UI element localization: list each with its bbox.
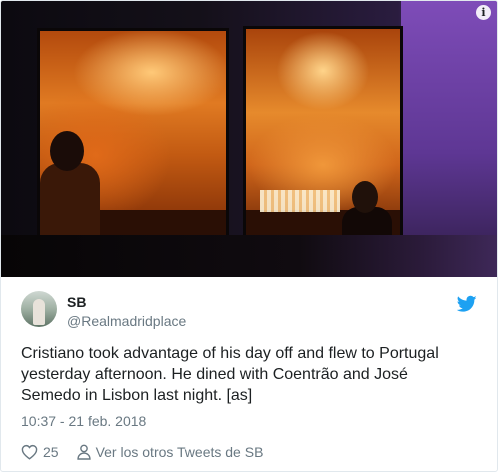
person-icon: [76, 444, 91, 460]
heart-icon: [21, 444, 38, 460]
tweet-photo[interactable]: i: [1, 1, 497, 277]
view-profile-link[interactable]: Ver los otros Tweets de SB: [76, 444, 264, 460]
author-names[interactable]: SB @Realmadridplace: [67, 293, 186, 330]
tweet-actions: 25 Ver los otros Tweets de SB: [21, 444, 477, 460]
window-frame-bottom: [1, 235, 497, 277]
handle[interactable]: @Realmadridplace: [67, 312, 186, 330]
diner-silhouette-head: [352, 181, 378, 213]
tweet-text: Cristiano took advantage of his day off …: [21, 345, 439, 404]
like-button[interactable]: 25: [21, 444, 59, 460]
tweet-body: SB @Realmadridplace Cristiano took advan…: [1, 277, 497, 460]
info-icon[interactable]: i: [476, 5, 491, 20]
restaurant-window-left: [37, 28, 229, 241]
diner-silhouette-head: [50, 131, 84, 171]
tweet-header: SB @Realmadridplace: [21, 277, 477, 339]
display-name[interactable]: SB: [67, 293, 186, 311]
like-count: 25: [43, 444, 59, 460]
tweet-timestamp[interactable]: 10:37 - 21 feb. 2018: [21, 412, 477, 430]
avatar[interactable]: [21, 291, 57, 327]
lit-decoration: [260, 190, 340, 212]
embedded-tweet-card: i SB @Realmadridplace Cristiano took adv…: [0, 0, 498, 472]
twitter-bird-icon[interactable]: [457, 295, 477, 313]
profile-link-label: Ver los otros Tweets de SB: [95, 444, 264, 460]
restaurant-window-right: [243, 26, 403, 241]
diner-silhouette-body: [40, 163, 100, 238]
